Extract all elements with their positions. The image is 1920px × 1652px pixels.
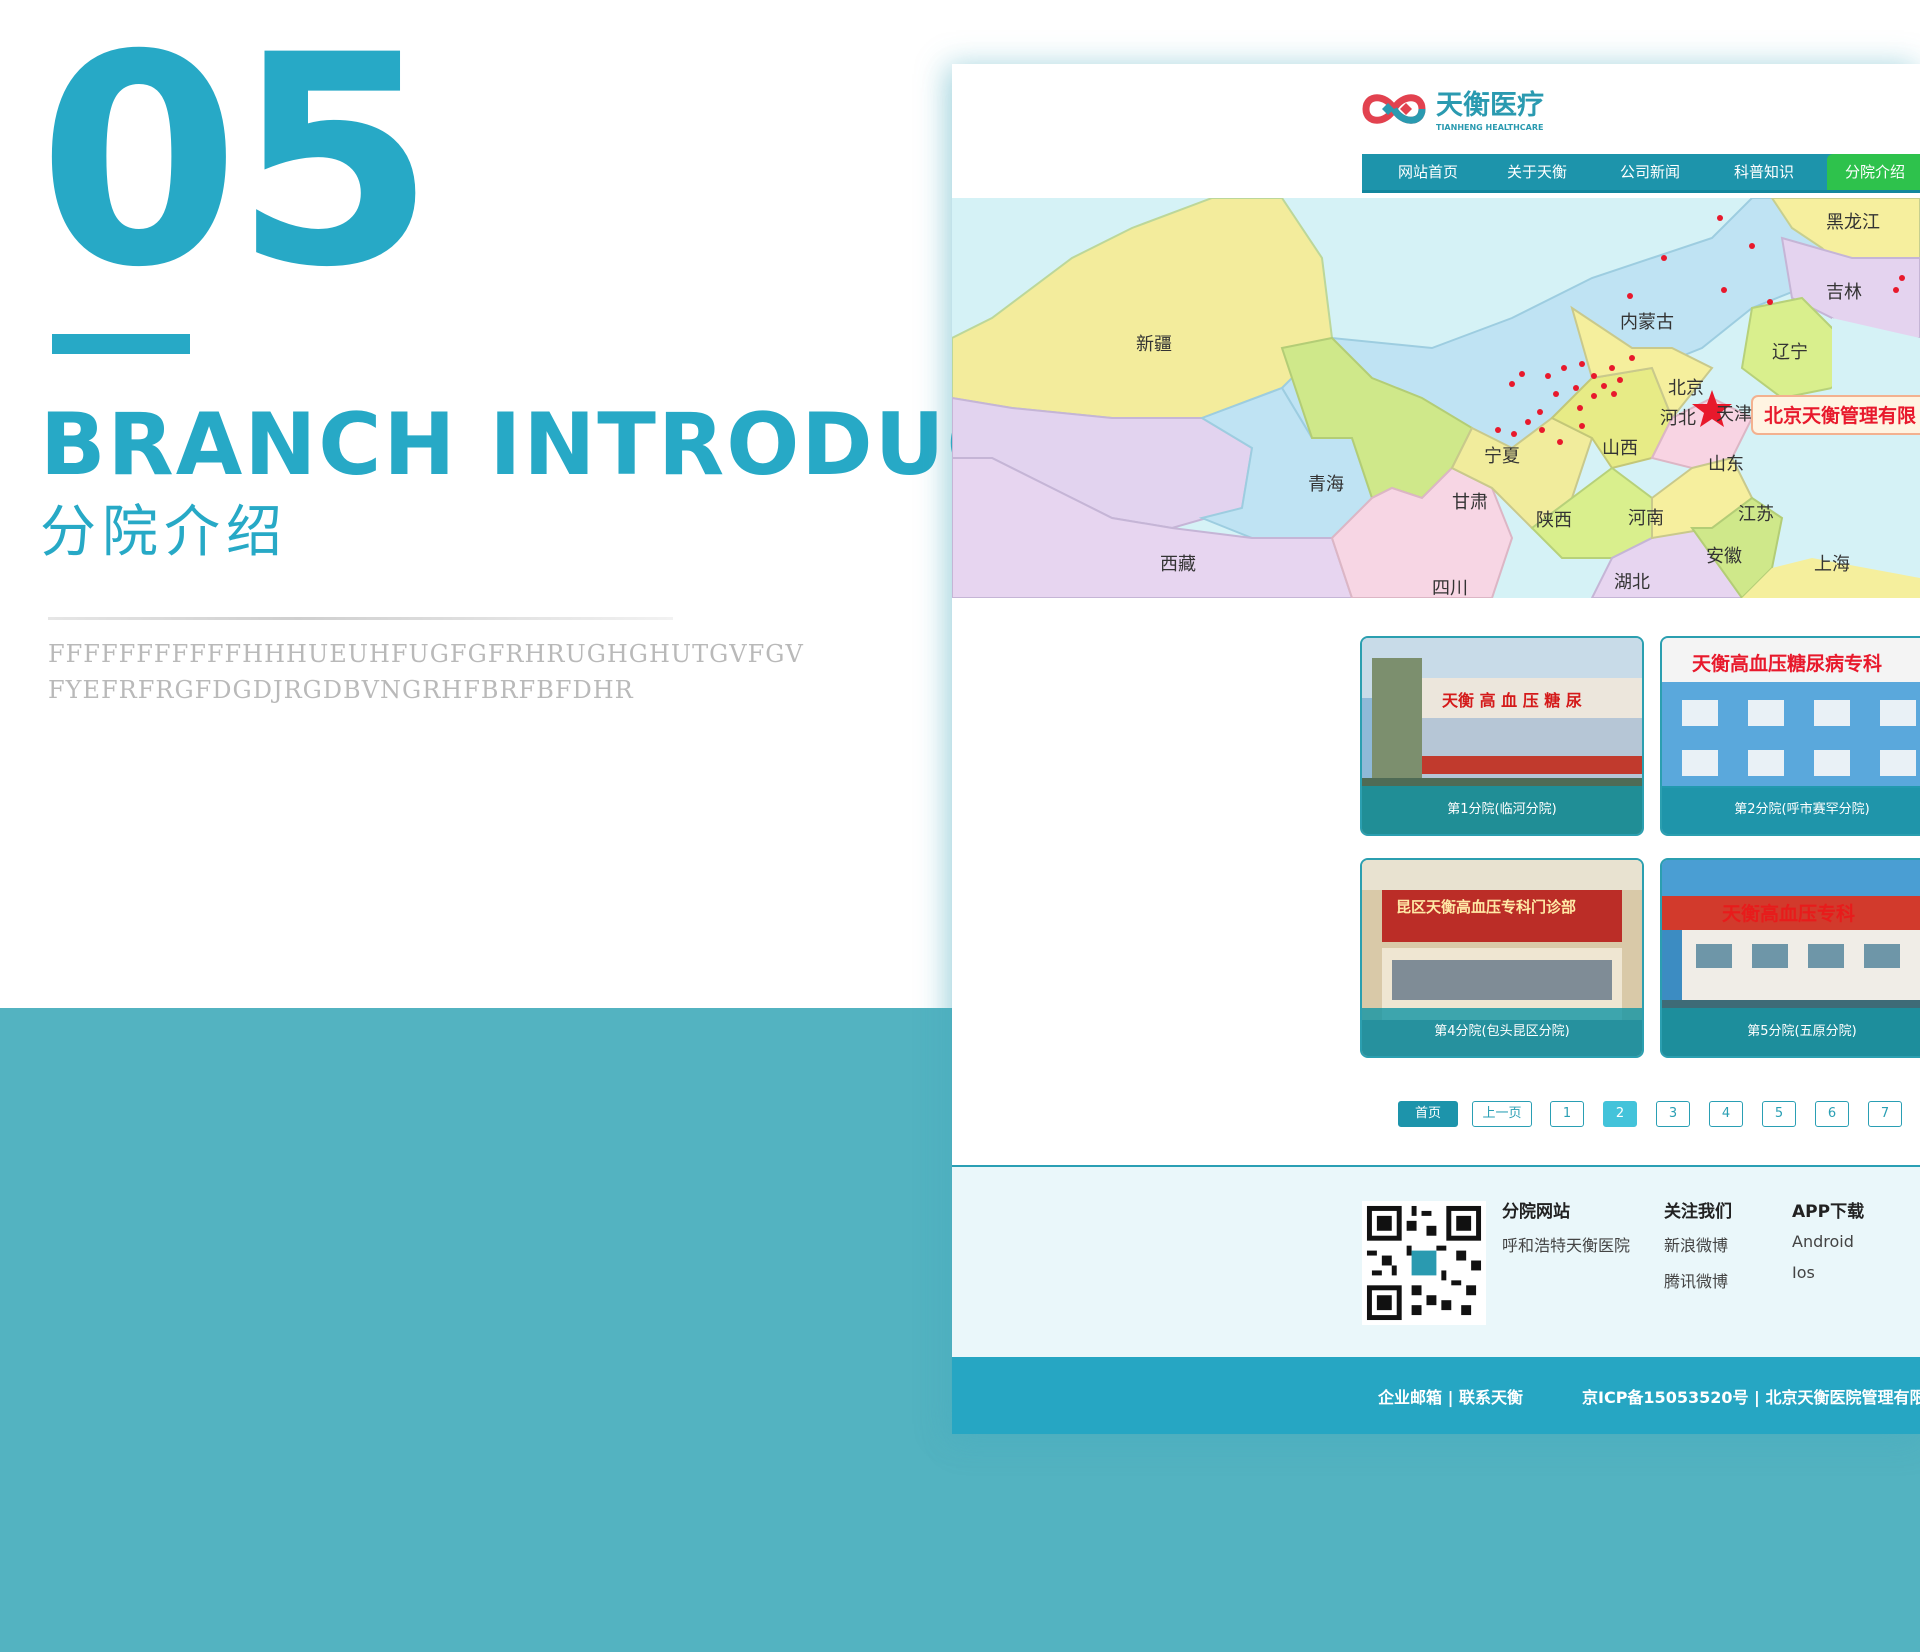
map-label-jiangsu: 江苏 (1738, 504, 1774, 525)
nav-branches[interactable]: 分院介绍 (1827, 154, 1920, 190)
section-title-cn: 分院介绍 (40, 500, 288, 565)
map-label-heilongjiang: 黑龙江 (1826, 212, 1880, 233)
branch-card[interactable]: 天衡高血压糖尿病专科 第2分院(呼市赛罕分院) (1660, 636, 1920, 836)
branch-card-caption: 第4分院(包头昆区分院) (1362, 1008, 1642, 1056)
branch-sign-text: 昆区天衡高血压专科门诊部 (1396, 898, 1576, 916)
divider-line (48, 617, 673, 620)
page-button-1[interactable]: 1 (1550, 1101, 1584, 1127)
website-mockup: 天衡医疗 TIANHENG HEALTHCARE 网站首页 关于天衡 公司新闻 … (952, 64, 1920, 1434)
map-label-ningxia: 宁夏 (1484, 446, 1520, 467)
filler-line-2: FYEFRFRGFDGDJRGDBVNGRHFBRFBFDHR (48, 676, 634, 704)
footer-link[interactable]: 呼和浩特天衡医院 (1502, 1232, 1630, 1256)
branch-card[interactable]: 昆区天衡高血压专科门诊部 第4分院(包头昆区分院) (1360, 858, 1644, 1058)
map-label-shaanxi: 陕西 (1536, 510, 1572, 531)
nav-about[interactable]: 关于天衡 (1507, 154, 1567, 190)
filler-text: FFFFFFFFFFFHHHUEUHFUGFGFRHRUGHGHUTGVFGV … (48, 636, 804, 708)
map-label-hebei: 河北 (1660, 408, 1696, 429)
logo-text-en: TIANHENG HEALTHCARE (1436, 123, 1544, 132)
branch-card-caption: 第5分院(五原分院) (1662, 1008, 1920, 1056)
branch-card-caption: 第1分院(临河分院) (1362, 786, 1642, 834)
footer-link-tencent-weibo[interactable]: 腾讯微博 (1664, 1268, 1732, 1292)
page-prev-button[interactable]: 上一页 (1472, 1101, 1532, 1127)
map-label-shanxi: 山西 (1602, 438, 1638, 459)
map-label-beijing: 北京 (1668, 378, 1704, 399)
branch-sign-text: 天衡 高 血 压 糖 尿 (1442, 691, 1582, 710)
page-button-4[interactable]: 4 (1709, 1101, 1743, 1127)
footer-col-title: 关注我们 (1664, 1202, 1732, 1222)
map-banner: 北京天衡管理有限 (1751, 395, 1920, 435)
branch-card[interactable]: 天衡高血压专科 第5分院(五原分院) (1660, 858, 1920, 1058)
map-label-qinghai: 青海 (1308, 474, 1344, 495)
footer-col-title: APP下载 (1792, 1202, 1865, 1222)
branch-card[interactable]: 天衡 高 血 压 糖 尿 第1分院(临河分院) (1360, 636, 1644, 836)
map-label-jilin: 吉林 (1826, 282, 1862, 303)
map-label-sichuan: 四川 (1432, 578, 1468, 598)
page-first-button[interactable]: 首页 (1398, 1101, 1458, 1127)
map-label-neimenggu: 内蒙古 (1620, 312, 1674, 333)
logo-infinity-icon (1362, 94, 1426, 124)
pagination: 首页 上一页 1 2 3 4 5 6 7 (952, 1101, 1920, 1127)
map-label-xizang: 西藏 (1160, 554, 1196, 575)
map-banner-text: 北京天衡管理有限 (1764, 404, 1916, 427)
footer-col-title: 分院网站 (1502, 1202, 1570, 1222)
footer-bar: 企业邮箱 | 联系天衡 京ICP备15053520号 | 北京天衡医院管理有限公 (952, 1357, 1920, 1434)
footer-links-area: 分院网站 呼和浩特天衡医院 关注我们 新浪微博 腾讯微博 APP下载 Andro… (952, 1165, 1920, 1359)
page-button-3[interactable]: 3 (1656, 1101, 1690, 1127)
map-label-shandong: 山东 (1708, 454, 1744, 475)
footer-col-branch-sites: 分院网站 呼和浩特天衡医院 (1502, 1197, 1630, 1268)
footer-mail-contact-links[interactable]: 企业邮箱 | 联系天衡 (1378, 1384, 1523, 1408)
map-label-tianjin: 天津 (1716, 404, 1752, 425)
footer-col-follow: 关注我们 新浪微博 腾讯微博 (1664, 1197, 1732, 1304)
nav-knowledge[interactable]: 科普知识 (1734, 154, 1794, 190)
section-number: 05 (38, 0, 436, 331)
site-logo[interactable]: 天衡医疗 TIANHENG HEALTHCARE (1360, 86, 1560, 134)
footer-col-app: APP下载 Android Ios (1792, 1197, 1864, 1294)
branch-sign-text: 天衡高血压糖尿病专科 (1692, 652, 1882, 675)
nav-news[interactable]: 公司新闻 (1620, 154, 1680, 190)
footer-link-sina-weibo[interactable]: 新浪微博 (1664, 1232, 1732, 1256)
map-label-shanghai: 上海 (1814, 554, 1850, 575)
branch-sign-text: 天衡高血压专科 (1722, 902, 1855, 925)
branch-card-caption: 第2分院(呼市赛罕分院) (1662, 786, 1920, 834)
page-button-6[interactable]: 6 (1815, 1101, 1849, 1127)
logo-text-cn: 天衡医疗 (1436, 90, 1544, 121)
qr-code (1362, 1201, 1486, 1325)
map-label-liaoning: 辽宁 (1772, 342, 1808, 363)
map-label-henan: 河南 (1628, 508, 1664, 529)
footer-link-android[interactable]: Android (1792, 1232, 1864, 1251)
footer-icp: 京ICP备15053520号 | 北京天衡医院管理有限公 (1582, 1388, 1920, 1407)
page-button-5[interactable]: 5 (1762, 1101, 1796, 1127)
map-label-anhui: 安徽 (1706, 546, 1742, 567)
china-map: 北京天衡管理有限 黑龙江 吉林 内蒙古 辽宁 新疆 北京 河北 天津 宁夏 山西… (952, 198, 1920, 598)
page-button-2[interactable]: 2 (1603, 1101, 1637, 1127)
map-label-gansu: 甘肃 (1452, 492, 1488, 513)
map-label-hubei: 湖北 (1614, 572, 1650, 593)
footer-link-ios[interactable]: Ios (1792, 1263, 1864, 1282)
page-button-7[interactable]: 7 (1868, 1101, 1902, 1127)
section-number-underline (52, 334, 190, 354)
nav-home[interactable]: 网站首页 (1398, 154, 1458, 190)
map-label-xinjiang: 新疆 (1136, 334, 1172, 355)
main-nav: 网站首页 关于天衡 公司新闻 科普知识 分院介绍 (1362, 154, 1920, 193)
filler-line-1: FFFFFFFFFFFHHHUEUHFUGFGFRHRUGHGHUTGVFGV (48, 640, 804, 668)
